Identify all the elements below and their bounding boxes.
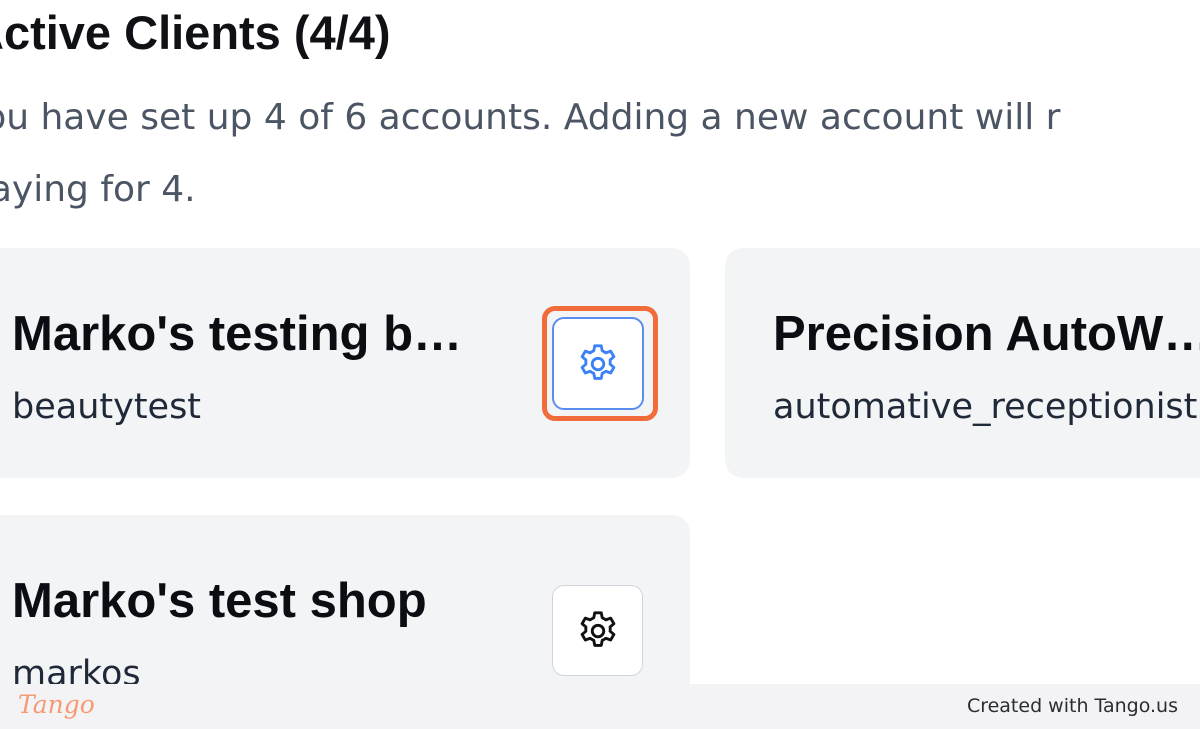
- client-slug: beautytest: [12, 387, 202, 427]
- client-slug: automative_receptionist: [773, 387, 1198, 427]
- client-name: Marko's test shop: [12, 574, 427, 628]
- page-subtitle: You have set up 4 of 6 accounts. Adding …: [0, 82, 1200, 226]
- tango-footer: Tango Created with Tango.us: [0, 684, 1200, 729]
- created-with-link[interactable]: Created with Tango.us: [967, 694, 1178, 718]
- gear-icon: [575, 341, 621, 387]
- settings-button[interactable]: [552, 317, 644, 410]
- client-card: Precision AutoW… automative_receptionist: [725, 248, 1200, 478]
- client-name: Precision AutoW…: [773, 307, 1200, 361]
- subtitle-line-1: You have set up 4 of 6 accounts. Adding …: [0, 97, 1061, 138]
- gear-icon: [575, 608, 621, 654]
- subtitle-line-2: paying for 4.: [0, 169, 196, 210]
- page-title: Active Clients (4/4): [0, 6, 391, 59]
- client-name: Marko's testing b…: [12, 307, 462, 361]
- settings-button[interactable]: [552, 585, 643, 676]
- tango-logo: Tango: [18, 690, 95, 719]
- app-viewport: Active Clients (4/4) You have set up 4 o…: [0, 0, 1200, 729]
